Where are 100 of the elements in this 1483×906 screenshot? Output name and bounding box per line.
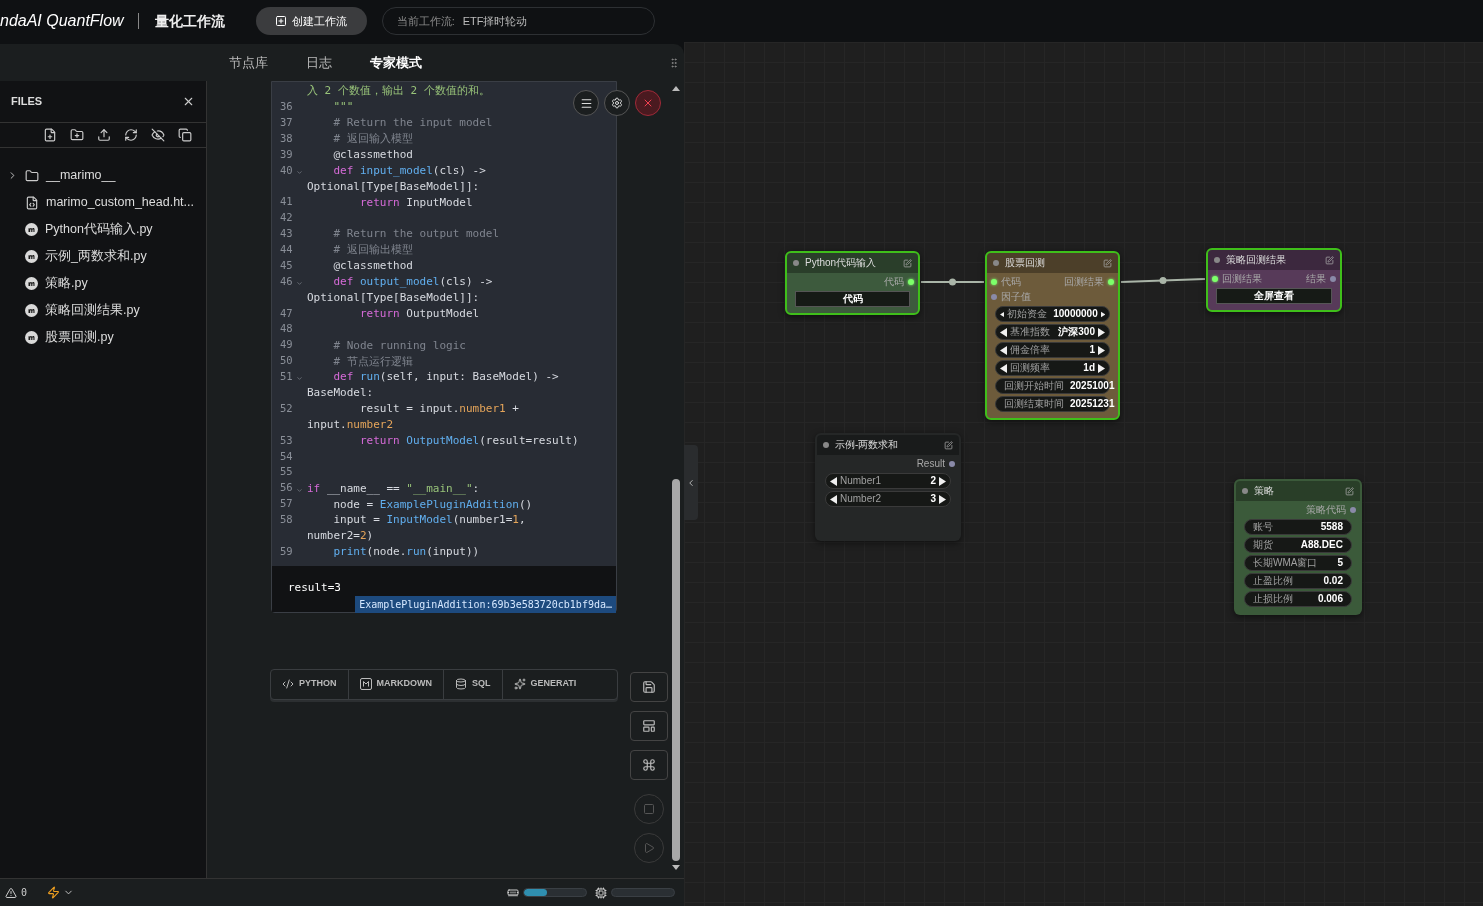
add-cell-button[interactable]: SQL <box>444 669 503 699</box>
add-icon <box>275 15 288 27</box>
upload-icon[interactable] <box>97 128 111 142</box>
copy-icon[interactable] <box>178 128 192 142</box>
scrollbar-thumb[interactable] <box>672 479 680 861</box>
warning-icon[interactable] <box>5 886 17 899</box>
port-label: 结果 <box>1306 273 1326 284</box>
workflow-node[interactable]: 股票回测 代码 回测结果 因子值 初始资金 10000000 基准指数 沪深300 佣金倍率 1 回测频率 1d 回测开始时间 20251001 回测结束时间 20251231 <box>985 251 1120 420</box>
layout-icon <box>642 719 656 733</box>
file-tree-item[interactable]: 示例_两数求和.py <box>0 243 206 270</box>
field-label: 当前工作流: <box>396 13 455 29</box>
port-label: 回测结果 <box>1222 273 1262 284</box>
node-widget[interactable]: Number1 2 <box>825 473 951 489</box>
node-button[interactable]: 全屏查看 <box>1216 288 1332 304</box>
workflow-node[interactable]: 策略 策略代码 账号 5588 期货 A88.DEC 长期WMA窗口 5 止盈比例 0.02 止损比例 0.006 <box>1234 479 1362 615</box>
create-workflow-button[interactable]: 创建工作流 <box>255 7 367 35</box>
m-circle-icon <box>25 250 38 263</box>
file-name: 股票回测.py <box>45 329 114 347</box>
node-widget[interactable]: Number2 3 <box>825 491 951 507</box>
port-label: 代码 <box>1001 276 1021 287</box>
edit-icon[interactable] <box>944 440 953 450</box>
code-line: number2=2) <box>307 530 374 542</box>
scroll-down-icon[interactable] <box>672 865 680 870</box>
widget-label: 回测频率 <box>1010 363 1050 373</box>
widget-label: 账号 <box>1252 522 1273 532</box>
new-folder-icon[interactable] <box>70 128 84 142</box>
panel-tab[interactable]: 节点库 <box>229 52 268 73</box>
code-cell[interactable] <box>271 81 617 613</box>
scroll-up-icon[interactable] <box>672 86 680 91</box>
chevron-left-icon <box>686 477 696 488</box>
widget-value: 3 <box>930 494 936 504</box>
node-widget[interactable]: 期货 A88.DEC <box>1244 537 1352 553</box>
node-canvas[interactable] <box>684 42 1483 906</box>
add-cell-button[interactable]: MARKDOWN <box>348 669 444 699</box>
node-title: 策略回测结果 <box>1226 255 1287 265</box>
panel-tab[interactable]: 专家模式 <box>370 52 422 73</box>
node-button[interactable]: 代码 <box>795 291 910 307</box>
port-label: 策略代码 <box>1306 504 1346 515</box>
code-line: # Node running logic <box>332 339 466 351</box>
code-line: """ <box>332 101 354 113</box>
node-widget[interactable]: 佣金倍率 1 <box>995 342 1110 358</box>
drag-handle-icon[interactable] <box>668 56 680 69</box>
lightning-icon[interactable] <box>47 886 61 899</box>
refresh-icon[interactable] <box>124 128 138 142</box>
file-tree-item[interactable]: Python代码输入.py <box>0 216 206 243</box>
edit-icon[interactable] <box>903 258 912 268</box>
workflow-node[interactable]: Python代码输入 代码 代码 <box>785 251 920 315</box>
add-cell-button[interactable]: GENERATI <box>502 669 588 699</box>
line-number: 49 <box>280 337 293 353</box>
code-line: Optional[Type[BaseModel]]: <box>307 292 480 303</box>
file-tree-item[interactable]: 策略.py <box>0 270 206 297</box>
widget-label: 止盈比例 <box>1252 576 1293 586</box>
widget-label: 期货 <box>1252 540 1273 550</box>
line-number: 56 <box>280 480 293 496</box>
m-circle-icon <box>25 304 38 317</box>
play-icon <box>643 842 655 854</box>
file-tree-item[interactable]: 股票回测.py <box>0 324 206 351</box>
code-line: def run(self, input: BaseModel) -> <box>332 371 559 383</box>
node-widget[interactable]: 初始资金 10000000 <box>995 306 1110 322</box>
file-name: __marimo__ <box>46 167 116 185</box>
panel-tab[interactable]: 日志 <box>306 52 332 73</box>
file-tree-item[interactable]: __marimo__ <box>0 162 206 189</box>
code-icon <box>282 678 294 691</box>
new-file-icon[interactable] <box>43 128 57 142</box>
close-icon[interactable] <box>182 95 195 108</box>
node-widget[interactable]: 止盈比例 0.02 <box>1244 573 1352 589</box>
m-circle-icon <box>25 277 38 290</box>
line-number: 51 <box>280 369 293 385</box>
node-widget[interactable]: 止损比例 0.006 <box>1244 591 1352 607</box>
widget-label: 回测开始时间 <box>1003 381 1064 391</box>
collapse-handle[interactable] <box>684 445 698 520</box>
app-logo: ndaAI QuantFlow <box>0 11 124 31</box>
code-line: # 节点运行逻辑 <box>332 355 413 367</box>
edit-icon[interactable] <box>1325 255 1334 265</box>
file-name: marimo_custom_head.ht... <box>46 194 194 212</box>
layout-button[interactable] <box>630 711 668 741</box>
node-widget[interactable]: 回测频率 1d <box>995 360 1110 376</box>
add-cell-button[interactable]: PYTHON <box>271 669 349 699</box>
save-button[interactable] <box>630 672 668 702</box>
node-title: Python代码输入 <box>805 258 878 268</box>
file-name: Python代码输入.py <box>45 221 153 239</box>
line-number: 57 <box>280 496 293 512</box>
line-number: 47 <box>280 305 293 321</box>
node-widget[interactable]: 长期WMA窗口 5 <box>1244 555 1352 571</box>
m-circle-icon <box>25 223 38 236</box>
workflow-node[interactable]: 示例-两数求和 Result Number1 2 Number2 3 <box>815 433 961 541</box>
line-number: 59 <box>280 543 293 559</box>
line-number: 36 <box>280 98 293 114</box>
edit-icon[interactable] <box>1103 258 1112 268</box>
command-button[interactable] <box>630 750 668 780</box>
file-tree-item[interactable]: marimo_custom_head.ht... <box>0 189 206 216</box>
edit-icon[interactable] <box>1345 486 1354 496</box>
file-tree-item[interactable]: 策略回测结果.py <box>0 297 206 324</box>
hidden-icon[interactable] <box>151 128 165 142</box>
workflow-node[interactable]: 策略回测结果 回测结果 结果 全屏查看 <box>1206 248 1342 312</box>
files-title: FILES <box>11 94 43 110</box>
node-widget[interactable]: 账号 5588 <box>1244 519 1352 535</box>
command-icon <box>642 758 656 772</box>
node-widget[interactable]: 基准指数 沪深300 <box>995 324 1110 340</box>
code-line: if __name__ == "__main__": <box>307 482 480 494</box>
